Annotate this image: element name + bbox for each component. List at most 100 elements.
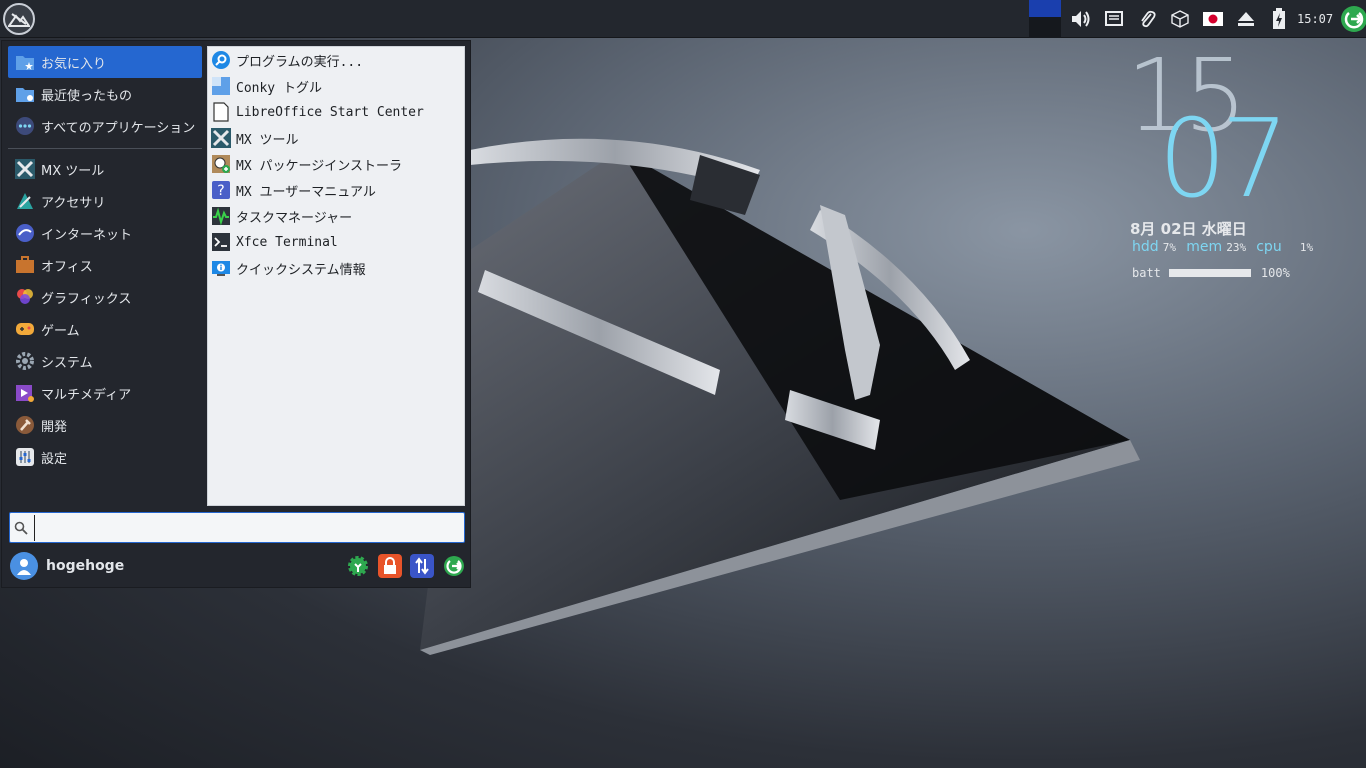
category-label: グラフィックス: [41, 291, 132, 307]
clipboard-icon[interactable]: [1130, 0, 1163, 38]
category-games[interactable]: ゲーム: [8, 313, 202, 345]
category-label: システム: [41, 355, 93, 371]
settings-manager-icon: [348, 556, 368, 576]
conky-date: 8月 02日 水曜日: [1130, 220, 1247, 238]
category-label: マルチメディア: [41, 387, 132, 403]
mx-tools-icon: [14, 158, 36, 180]
category-label: 開発: [41, 419, 68, 435]
category-recent[interactable]: 最近使ったもの: [8, 78, 202, 110]
network-icon[interactable]: [1097, 0, 1130, 38]
switch-user-button[interactable]: [410, 554, 434, 578]
app-package-installer[interactable]: MX パッケージインストーラ: [208, 151, 464, 177]
multimedia-icon: [14, 382, 36, 404]
app-system-info[interactable]: クイックシステム情報: [208, 255, 464, 281]
category-label: インターネット: [41, 227, 133, 243]
category-separator: [8, 148, 202, 149]
recent-folder-icon: [14, 83, 36, 105]
app-task-manager[interactable]: タスクマネージャー: [208, 203, 464, 229]
battery-icon[interactable]: [1262, 0, 1295, 38]
workspace-1[interactable]: [1029, 0, 1061, 17]
category-system[interactable]: システム: [8, 345, 202, 377]
switch-user-icon: [415, 557, 429, 575]
category-favorites[interactable]: お気に入り: [8, 46, 202, 78]
app-label: クイックシステム情報: [236, 262, 366, 278]
category-office[interactable]: オフィス: [8, 249, 202, 281]
games-icon: [14, 318, 36, 340]
app-label: タスクマネージャー: [236, 210, 353, 226]
volume-icon[interactable]: [1064, 0, 1097, 38]
category-development[interactable]: 開発: [8, 409, 202, 441]
task-manager-icon: [211, 206, 231, 226]
app-label: MX パッケージインストーラ: [236, 158, 402, 174]
avatar: [10, 552, 38, 580]
category-label: ゲーム: [41, 323, 80, 339]
category-list: お気に入り 最近使ったもの すべてのアプリケーション MX ツール アクセサリ …: [8, 46, 202, 473]
run-program-icon: [211, 50, 231, 70]
power-icon[interactable]: [1339, 0, 1366, 38]
category-label: すべてのアプリケーション: [41, 120, 196, 136]
keyboard-layout-icon[interactable]: [1196, 0, 1229, 38]
logout-button[interactable]: [442, 554, 466, 578]
batt-value: 100%: [1260, 266, 1290, 280]
app-label: Xfce Terminal: [236, 234, 338, 250]
app-label: プログラムの実行...: [236, 54, 364, 70]
battery-bar-fill: [1169, 270, 1250, 276]
favorites-folder-icon: [14, 51, 36, 73]
app-libreoffice[interactable]: LibreOffice Start Center: [208, 99, 464, 125]
category-graphics[interactable]: グラフィックス: [8, 281, 202, 313]
category-label: お気に入り: [41, 56, 107, 72]
category-internet[interactable]: インターネット: [8, 217, 202, 249]
app-terminal[interactable]: Xfce Terminal: [208, 229, 464, 255]
app-run-program[interactable]: プログラムの実行...: [208, 47, 464, 73]
category-label: アクセサリ: [41, 195, 106, 211]
eject-icon[interactable]: [1229, 0, 1262, 38]
conky-widget: 15 07 8月 02日 水曜日 hdd 7% mem 23% cpu 1% b…: [1120, 40, 1366, 300]
panel-clock[interactable]: 15:07: [1297, 12, 1333, 26]
conky-minute: 07: [1158, 97, 1289, 222]
lock-screen-icon: [384, 557, 396, 574]
settings-manager-button[interactable]: [346, 554, 370, 578]
app-label: MX ツール: [236, 132, 299, 148]
mem-value: 23%: [1226, 241, 1247, 254]
settings-icon: [14, 446, 36, 468]
conky-stats: hdd 7% mem 23% cpu 1%: [1132, 239, 1319, 255]
package-installer-icon: [211, 154, 231, 174]
logout-icon: [444, 556, 464, 576]
application-menu: お気に入り 最近使ったもの すべてのアプリケーション MX ツール アクセサリ …: [1, 40, 471, 588]
system-info-icon: [211, 258, 231, 278]
app-user-manual[interactable]: ? MX ユーザーマニュアル: [208, 177, 464, 203]
app-label: LibreOffice Start Center: [236, 104, 424, 120]
package-icon[interactable]: [1163, 0, 1196, 38]
system-icon: [14, 350, 36, 372]
search-input[interactable]: [34, 514, 464, 541]
mx-tools-icon: [211, 128, 231, 148]
conky-toggle-icon: [211, 76, 231, 96]
category-all-apps[interactable]: すべてのアプリケーション: [8, 110, 202, 142]
app-conky-toggle[interactable]: Conky トグル: [208, 73, 464, 99]
app-label: Conky トグル: [236, 80, 322, 96]
category-label: 設定: [41, 451, 68, 467]
category-settings[interactable]: 設定: [8, 441, 202, 473]
cpu-label: cpu: [1256, 239, 1282, 255]
internet-icon: [14, 222, 36, 244]
battery-bar: [1168, 269, 1251, 277]
libreoffice-icon: [211, 102, 231, 122]
workspace-2[interactable]: [1029, 17, 1061, 38]
lock-screen-button[interactable]: [378, 554, 402, 578]
category-mx-tools[interactable]: MX ツール: [8, 153, 202, 185]
mx-logo-icon: [3, 2, 35, 35]
mem-label: mem: [1186, 239, 1223, 255]
office-icon: [14, 254, 36, 276]
app-mx-tools[interactable]: MX ツール: [208, 125, 464, 151]
hdd-label: hdd: [1132, 239, 1159, 255]
app-label: MX ユーザーマニュアル: [236, 184, 376, 200]
category-accessories[interactable]: アクセサリ: [8, 185, 202, 217]
category-multimedia[interactable]: マルチメディア: [8, 377, 202, 409]
development-icon: [14, 414, 36, 436]
category-label: MX ツール: [41, 163, 105, 179]
svg-text:?: ?: [217, 183, 224, 199]
search-box: [9, 512, 465, 543]
conky-battery: batt 100%: [1132, 266, 1290, 280]
category-label: オフィス: [41, 259, 93, 275]
menu-launcher-button[interactable]: [0, 0, 38, 38]
